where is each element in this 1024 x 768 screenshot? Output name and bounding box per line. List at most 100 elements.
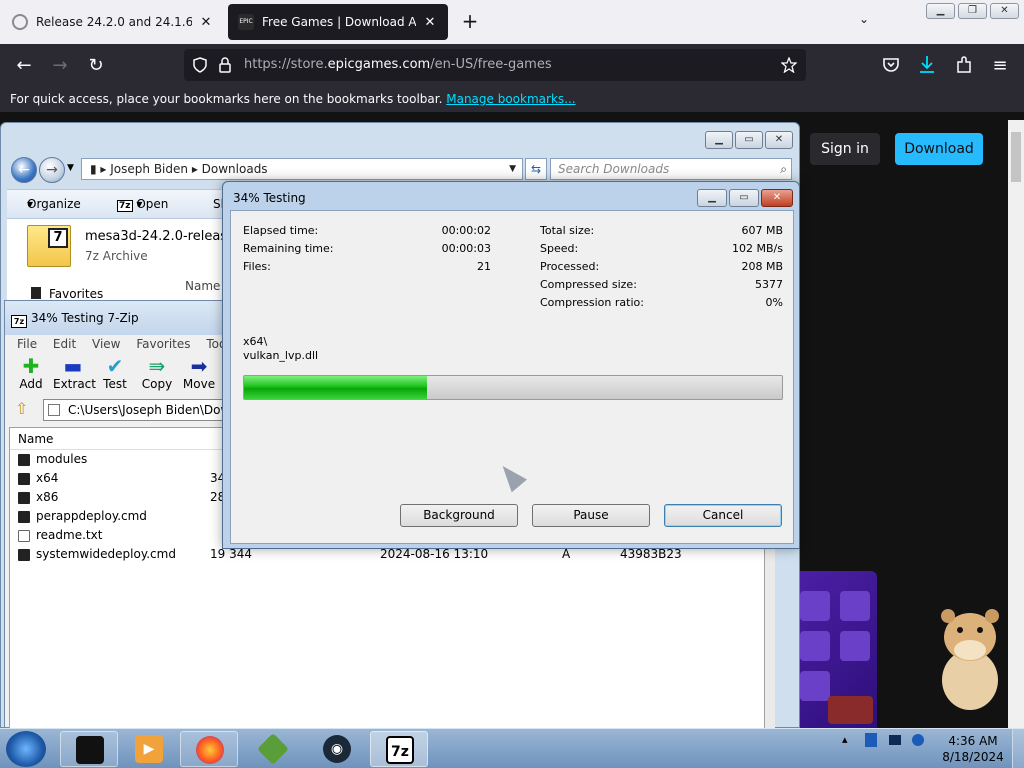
name-column-header[interactable]: Name xyxy=(185,279,220,293)
back-button[interactable]: ← xyxy=(10,52,38,80)
breadcrumb[interactable]: ▮ ▸ Joseph Biden ▸ Downloads ▼ xyxy=(81,158,523,180)
open-button[interactable]: 7z Open ▾ xyxy=(117,190,168,220)
maximize-button[interactable]: ▭ xyxy=(735,131,763,149)
maximize-button[interactable]: ▭ xyxy=(729,189,759,207)
url-bar[interactable]: https://store.epicgames.com/en-US/free-g… xyxy=(184,49,806,81)
explorer-address-row: ← → ▼ ▮ ▸ Joseph Biden ▸ Downloads ▼ ⇆ S… xyxy=(9,155,799,183)
dialog-title: 34% Testing xyxy=(233,191,306,205)
extensions-icon[interactable] xyxy=(955,56,973,74)
dialog-body: Elapsed time: 00:00:02 Remaining time: 0… xyxy=(230,210,794,544)
menu-edit[interactable]: Edit xyxy=(53,337,76,351)
volume-icon[interactable] xyxy=(912,734,925,746)
promo-tile xyxy=(800,631,830,661)
copy-button[interactable]: ⇛ Copy xyxy=(137,355,177,391)
refresh-icon[interactable]: ⇆ xyxy=(525,158,547,180)
downloads-icon[interactable] xyxy=(918,55,936,75)
archive-name: mesa3d-24.2.0-release- xyxy=(85,229,240,244)
promo-tile xyxy=(840,591,870,621)
promo-car-tile xyxy=(828,696,873,724)
organize-button[interactable]: Organize ▾ xyxy=(27,190,81,218)
menu-hamburger-icon[interactable]: ≡ xyxy=(986,52,1014,80)
tab-epic-free-games[interactable]: EPIC Free Games | Download A Free ✕ xyxy=(228,4,448,40)
promo-tile xyxy=(800,671,830,701)
clock[interactable]: 4:36 AM 8/18/2024 xyxy=(940,733,1006,765)
bluetooth-icon[interactable] xyxy=(865,733,878,747)
recent-pages-icon[interactable]: ▼ xyxy=(67,163,74,173)
add-button[interactable]: ✚ Add xyxy=(11,355,51,391)
total-size-label: Total size: xyxy=(540,224,595,237)
search-icon[interactable]: ⌕ xyxy=(780,159,787,179)
show-desktop-button[interactable] xyxy=(1012,729,1024,768)
promo-tile xyxy=(800,591,830,621)
taskbar-terminal[interactable] xyxy=(60,731,118,767)
minimize-button[interactable]: ▁ xyxy=(705,131,733,149)
extract-button[interactable]: ▬ Extract xyxy=(53,354,96,391)
taskbar-steam[interactable]: ◉ xyxy=(308,731,366,767)
close-button[interactable]: ✕ xyxy=(990,3,1019,19)
tab-close-icon[interactable]: ✕ xyxy=(422,15,438,30)
cancel-button[interactable]: Cancel xyxy=(664,504,782,527)
elapsed-label: Elapsed time: xyxy=(243,224,319,237)
menu-favorites[interactable]: Favorites xyxy=(136,337,190,351)
scrollbar-thumb[interactable] xyxy=(1011,132,1021,182)
game-promo-banner[interactable] xyxy=(800,571,877,728)
show-hidden-icons-icon[interactable]: ▴ xyxy=(842,733,848,746)
move-button[interactable]: ➡ Move xyxy=(179,355,219,391)
remaining-value: 00:00:03 xyxy=(441,242,491,255)
7z-archive-icon: 7 xyxy=(27,225,71,267)
text-file-icon xyxy=(18,530,30,542)
processed-label: Processed: xyxy=(540,260,600,273)
taskbar-media-player[interactable]: ▶ xyxy=(120,731,178,767)
reload-button[interactable]: ↻ xyxy=(82,52,110,80)
lock-icon[interactable] xyxy=(218,57,232,73)
network-icon[interactable] xyxy=(888,735,901,745)
forward-arrow-icon[interactable]: → xyxy=(39,157,65,183)
back-arrow-icon[interactable]: ← xyxy=(11,157,37,183)
sign-in-button[interactable]: Sign in xyxy=(810,133,880,165)
total-size-value: 607 MB xyxy=(741,224,783,237)
new-tab-button[interactable]: + xyxy=(458,10,482,34)
close-button[interactable]: ✕ xyxy=(761,189,793,207)
7zip-title: 34% Testing 7-Zip xyxy=(31,311,139,325)
test-button[interactable]: ✔ Test xyxy=(95,355,135,391)
up-folder-icon[interactable]: ⇧ xyxy=(15,399,28,418)
shield-icon[interactable] xyxy=(192,57,208,73)
minimize-button[interactable]: ▁ xyxy=(697,189,727,207)
minus-icon: ▬ xyxy=(63,354,83,378)
breadcrumb-user[interactable]: Joseph Biden xyxy=(110,162,188,176)
breadcrumb-downloads[interactable]: Downloads xyxy=(202,162,268,176)
menu-view[interactable]: View xyxy=(92,337,120,351)
forward-button[interactable]: → xyxy=(46,52,74,80)
ratio-value: 0% xyxy=(765,296,783,309)
background-button[interactable]: Background xyxy=(400,504,518,527)
close-button[interactable]: ✕ xyxy=(765,131,793,149)
favorites-label[interactable]: Favorites xyxy=(49,287,103,301)
taskbar-7zip[interactable]: 7z xyxy=(370,731,428,767)
taskbar-minecraft[interactable] xyxy=(244,731,302,767)
folder-icon xyxy=(18,492,30,504)
manage-bookmarks-link[interactable]: Manage bookmarks... xyxy=(446,92,575,106)
search-input[interactable]: Search Downloads ⌕ xyxy=(550,158,792,180)
taskbar-firefox[interactable] xyxy=(180,731,238,767)
start-button[interactable] xyxy=(6,731,46,767)
bookmark-star-icon[interactable] xyxy=(781,57,797,73)
tab-close-icon[interactable]: ✕ xyxy=(198,15,214,30)
minimize-button[interactable]: ▁ xyxy=(926,3,955,19)
chevron-down-icon[interactable]: ▼ xyxy=(509,159,516,179)
navigation-toolbar: ← → ↻ https://store.epicgames.com/en-US/… xyxy=(0,44,1024,86)
taskbar: ▶ ◉ 7z ▴ 4:36 AM 8/18/2024 xyxy=(0,728,1024,768)
pause-button[interactable]: Pause xyxy=(532,504,650,527)
pocket-icon[interactable] xyxy=(882,56,900,74)
download-button[interactable]: Download xyxy=(895,133,983,165)
tab-github-release[interactable]: Release 24.2.0 and 24.1.6 · pal10 ✕ xyxy=(2,4,224,40)
page-scrollbar[interactable] xyxy=(1008,120,1024,728)
menu-file[interactable]: File xyxy=(17,337,37,351)
restore-button[interactable]: ❐ xyxy=(958,3,987,19)
media-player-icon: ▶ xyxy=(135,735,163,763)
script-file-icon xyxy=(18,511,30,523)
grass-block-icon xyxy=(257,733,289,765)
plus-icon: ✚ xyxy=(22,354,40,378)
list-all-tabs-button[interactable]: ⌄ xyxy=(852,12,876,32)
steam-icon: ◉ xyxy=(323,735,351,763)
file-name: modules xyxy=(36,452,88,466)
